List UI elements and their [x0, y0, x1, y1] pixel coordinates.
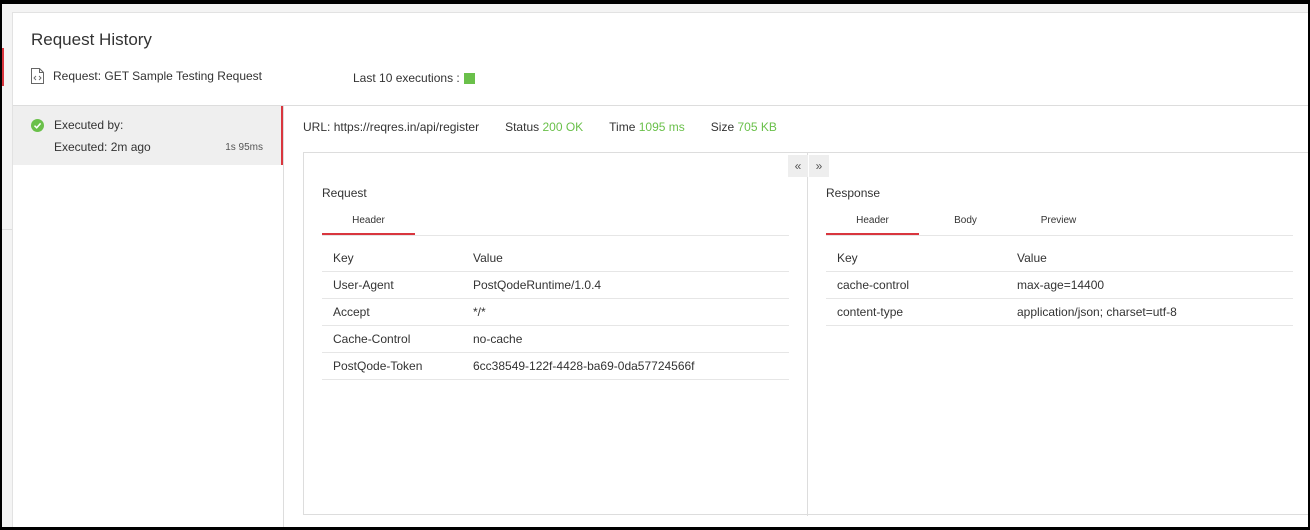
table-row: User-Agent PostQodeRuntime/1.0.4 — [322, 271, 789, 299]
status-label: Status — [505, 120, 540, 134]
column-value: Value — [462, 245, 789, 272]
request-name: Request: GET Sample Testing Request — [53, 69, 263, 83]
header-key: User-Agent — [322, 271, 462, 299]
header-key: cache-control — [826, 271, 1006, 299]
collapse-left-button[interactable]: « — [788, 155, 808, 177]
header-key: content-type — [826, 298, 1006, 326]
tab-response-body[interactable]: Body — [919, 212, 1012, 235]
response-tabs: Header Body Preview — [826, 212, 1293, 236]
header-value: max-age=14400 — [1006, 271, 1293, 299]
table-row: content-type application/json; charset=u… — [826, 298, 1293, 326]
url-group: URL: https://reqres.in/api/register — [303, 120, 479, 134]
background-divider — [2, 229, 12, 230]
header-value: no-cache — [462, 325, 789, 353]
tab-request-header[interactable]: Header — [322, 212, 415, 235]
header-key: PostQode-Token — [322, 352, 462, 380]
panel-splitter[interactable] — [807, 153, 808, 516]
executed-ago: Executed: 2m ago — [54, 140, 151, 154]
execution-summary: URL: https://reqres.in/api/register Stat… — [303, 120, 803, 134]
request-headers-table: Key Value User-Agent PostQodeRuntime/1.0… — [322, 245, 789, 380]
time-value: 1095 ms — [638, 120, 685, 134]
url-label: URL: — [303, 120, 331, 134]
size-value: 705 KB — [737, 120, 777, 134]
table-header-row: Key Value — [826, 245, 1293, 272]
url-value: https://reqres.in/api/register — [333, 120, 480, 134]
tab-response-header[interactable]: Header — [826, 212, 919, 235]
last-executions-label: Last 10 executions : — [353, 71, 460, 85]
response-title: Response — [826, 186, 881, 200]
expand-right-button[interactable]: » — [809, 155, 829, 177]
modal-title: Request History — [31, 30, 152, 49]
response-headers-table: Key Value cache-control max-age=14400 co… — [826, 245, 1293, 326]
app-frame: Request History Request: GET Sample Test… — [0, 0, 1310, 530]
column-key: Key — [826, 245, 1006, 272]
status-value: 200 OK — [542, 120, 584, 134]
request-tabs: Header — [322, 212, 789, 236]
header-value: PostQodeRuntime/1.0.4 — [462, 271, 789, 299]
column-value: Value — [1006, 245, 1293, 272]
request-info: Request: GET Sample Testing Request — [31, 67, 262, 85]
tab-response-preview[interactable]: Preview — [1012, 212, 1105, 235]
executed-by: Executed by: — [54, 118, 124, 132]
size-group: Size 705 KB — [711, 120, 777, 134]
table-header-row: Key Value — [322, 245, 789, 272]
request-history-modal: Request History Request: GET Sample Test… — [12, 12, 1308, 527]
header-value: 6cc38549-122f-4428-ba69-0da57724566f — [462, 352, 789, 380]
status-group: Status 200 OK — [505, 120, 583, 134]
table-row: Cache-Control no-cache — [322, 325, 789, 353]
request-response-panel: « » Request Header Key Value User-Agent … — [303, 152, 1308, 516]
table-row: cache-control max-age=14400 — [826, 271, 1293, 299]
last-executions: Last 10 executions : — [353, 71, 475, 85]
header-key: Accept — [322, 298, 462, 326]
request-title: Request — [322, 186, 367, 200]
background-selected-indicator — [2, 48, 4, 86]
execution-duration: 1s 95ms — [225, 142, 263, 153]
column-key: Key — [322, 245, 462, 272]
time-label: Time — [609, 120, 636, 134]
check-circle-icon — [31, 119, 44, 132]
time-group: Time 1095 ms — [609, 120, 685, 134]
header-value: */* — [462, 298, 789, 326]
header-value: application/json; charset=utf-8 — [1006, 298, 1293, 326]
history-item[interactable]: Executed by: Executed: 2m ago 1s 95ms — [13, 106, 283, 165]
history-sidebar: Executed by: Executed: 2m ago 1s 95ms — [13, 106, 284, 527]
file-code-icon — [31, 68, 44, 84]
table-row: PostQode-Token 6cc38549-122f-4428-ba69-0… — [322, 352, 789, 380]
header-key: Cache-Control — [322, 325, 462, 353]
execution-status-square[interactable] — [463, 72, 475, 84]
size-label: Size — [710, 120, 735, 134]
table-row: Accept */* — [322, 298, 789, 326]
detail-accent-bar — [281, 106, 283, 165]
